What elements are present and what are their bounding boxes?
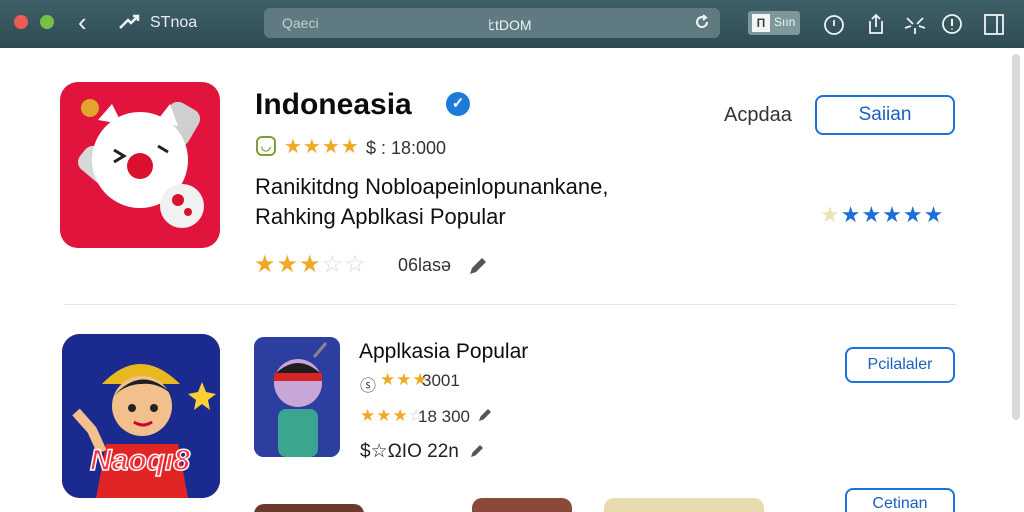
list-item-line3: $☆ΩΙΟ 22n	[360, 441, 459, 462]
featured-description-line1: Ranikitdng Nobloapeinlopunankane,	[255, 174, 609, 199]
list-item-thumbnail[interactable]	[472, 498, 572, 512]
list-item-thumbnail[interactable]	[254, 504, 364, 512]
info-icon[interactable]	[822, 12, 846, 36]
featured-rating-line: $ : 18:000	[366, 138, 447, 158]
list-item-thumbnail[interactable]	[604, 498, 764, 512]
featured-title: Indoneasia	[255, 88, 412, 121]
list-divider	[64, 304, 956, 305]
rating-badge-icon: ⓢ	[360, 378, 377, 395]
cat-mascot-icon	[78, 99, 204, 228]
address-text: ﾋtDOM	[488, 17, 532, 33]
back-icon[interactable]: ‹	[78, 9, 87, 35]
logo-icon	[119, 14, 140, 29]
featured-user-rating-stars: ★★★☆☆	[254, 251, 367, 278]
list-item-title: Applkasia Popular	[359, 340, 529, 363]
minimize-window-button[interactable]	[40, 15, 54, 29]
rating-badge-icon: ◡	[256, 136, 276, 156]
featured-side-rating-stars: ★★★★★★	[820, 202, 945, 227]
list-item-rating-line: 3001	[422, 371, 460, 390]
search-placeholder: Qaeci	[282, 15, 319, 31]
list-item-action-button[interactable]: Cetinan	[845, 488, 955, 512]
character-mascot-icon: Naoqı8	[62, 334, 220, 498]
featured-rating-stars: ★★★★	[284, 136, 360, 158]
list-item-action-button[interactable]: Pcilalaler	[845, 347, 955, 383]
list-item-thumbnail[interactable]	[254, 337, 340, 457]
featured-description-line2: Rahking Apblkasi Popular	[255, 204, 506, 229]
featured-user-rating-label: 06lasə	[398, 255, 452, 275]
list-item-stars-2: ★★★☆	[360, 406, 425, 425]
edit-icon[interactable]	[476, 406, 494, 424]
verified-badge-icon: ✓	[446, 92, 470, 116]
ninja-character-icon	[254, 337, 340, 457]
edit-icon[interactable]	[468, 442, 486, 460]
app-title: STnoa	[150, 14, 198, 31]
share-icon[interactable]	[864, 12, 888, 36]
scrollbar[interactable]	[1012, 54, 1020, 420]
list-item-line2: 18 300	[418, 407, 470, 426]
tab-box-icon: Π	[752, 14, 770, 32]
svg-text:Naoqı8: Naoqı8	[90, 444, 190, 477]
featured-app-icon[interactable]	[60, 82, 220, 248]
edit-icon[interactable]	[466, 254, 490, 278]
tab-label: Sıın	[774, 15, 796, 29]
address-bar[interactable]: Qaeci ﾋtDOM	[264, 8, 720, 38]
reload-icon[interactable]	[692, 12, 712, 32]
sparkle-icon[interactable]	[903, 12, 927, 36]
close-window-button[interactable]	[14, 15, 28, 29]
list-item-icon[interactable]: Naoqı8	[62, 334, 220, 498]
featured-side-label: Acpdaa	[724, 104, 792, 126]
tab-toggle[interactable]: Π Sıın	[748, 11, 800, 35]
info-icon[interactable]	[940, 12, 964, 36]
title-bar: ‹ STnoa Qaeci ﾋtDOM Π Sıın	[0, 0, 1024, 48]
featured-action-button[interactable]: Saiian	[815, 95, 955, 135]
sidebar-icon[interactable]	[982, 12, 1006, 36]
